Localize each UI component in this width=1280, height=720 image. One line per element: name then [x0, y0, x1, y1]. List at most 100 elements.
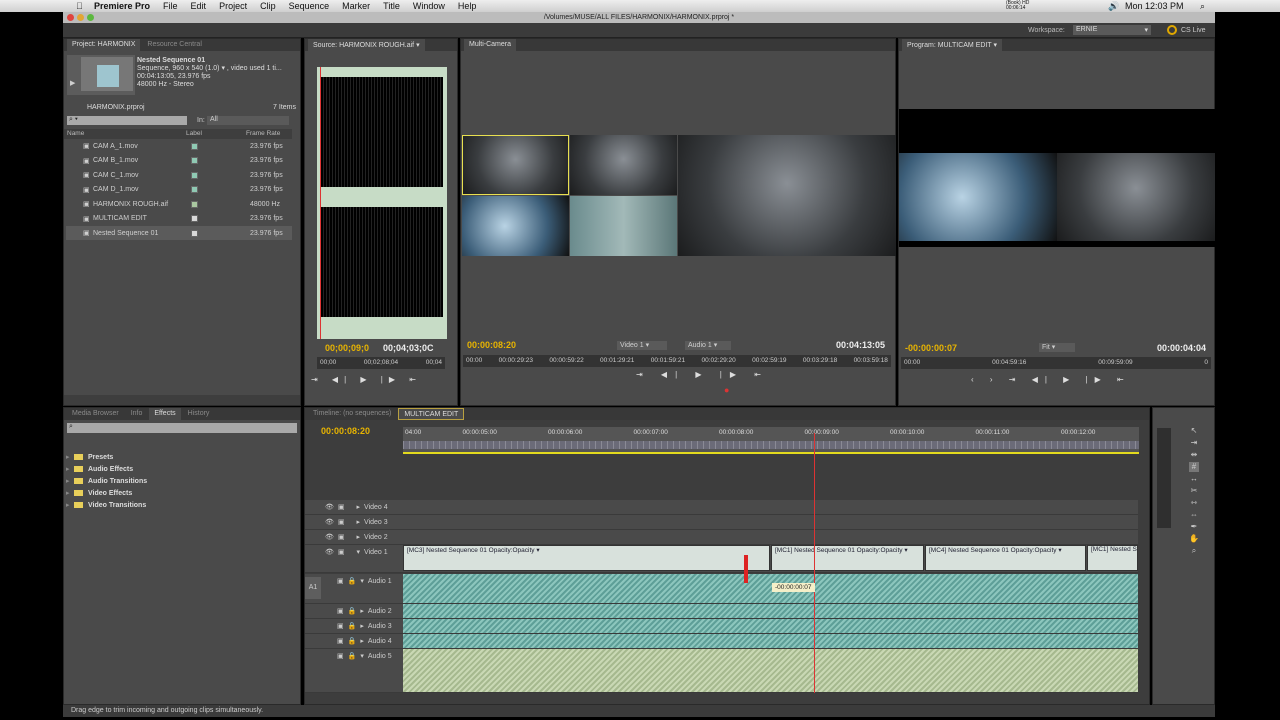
lock-icon[interactable]: 🔒: [348, 622, 357, 630]
slip-tool-icon[interactable]: ⇿: [1189, 498, 1199, 508]
source-ruler[interactable]: 00;00 00;02;08;04 00;04: [317, 357, 445, 369]
sync-lock-icon[interactable]: ▣: [337, 652, 344, 660]
disclosure-triangle-icon[interactable]: ▸: [66, 453, 74, 461]
project-item[interactable]: ▣ CAM D_1.mov 23.976 fps: [66, 183, 292, 197]
timeline-timecode[interactable]: 00:00:08:20: [321, 426, 370, 436]
label-swatch[interactable]: [191, 186, 198, 193]
record-icon[interactable]: ●: [724, 385, 729, 395]
project-item[interactable]: ▣ Nested Sequence 01 23.976 fps: [66, 226, 292, 240]
track-select-tool-icon[interactable]: ⇥: [1189, 438, 1199, 448]
multicam-transport[interactable]: ⇥ ◀| ▶ |▶ ⇤: [636, 370, 769, 379]
tab-project[interactable]: Project: HARMONIX: [67, 39, 141, 51]
audio-track[interactable]: [305, 634, 1138, 649]
rolling-edit-cursor-icon[interactable]: [744, 555, 748, 583]
zoom-window-button[interactable]: [87, 14, 94, 21]
expand-icon[interactable]: ▾: [357, 548, 361, 556]
tab-source[interactable]: Source: HARMONIX ROUGH.aif ▾: [308, 39, 425, 51]
disclosure-triangle-icon[interactable]: ▸: [66, 501, 74, 509]
expand-icon[interactable]: ▸: [360, 637, 364, 645]
eye-icon[interactable]: 👁: [325, 533, 334, 541]
menu-title[interactable]: Title: [383, 1, 400, 11]
pen-tool-icon[interactable]: ✒: [1189, 522, 1199, 532]
menu-marker[interactable]: Marker: [342, 1, 370, 11]
menu-clip[interactable]: Clip: [260, 1, 276, 11]
lock-icon[interactable]: 🔒: [348, 607, 357, 615]
sync-lock-icon[interactable]: ▣: [338, 548, 345, 556]
menu-window[interactable]: Window: [413, 1, 445, 11]
in-select[interactable]: All: [207, 116, 289, 125]
eye-icon[interactable]: 👁: [325, 503, 334, 511]
audio-clip[interactable]: [403, 649, 1138, 692]
project-item[interactable]: ▣ CAM A_1.mov 23.976 fps: [66, 139, 292, 153]
ripple-edit-tool-icon[interactable]: ⇹: [1189, 450, 1199, 460]
tab-effects[interactable]: Effects: [149, 408, 181, 420]
rate-stretch-tool-icon[interactable]: ↔: [1189, 474, 1199, 484]
volume-icon[interactable]: 🔊: [1108, 1, 1119, 12]
zoom-select[interactable]: Fit ▾: [1039, 343, 1075, 352]
multicam-timecode[interactable]: 00:00:08:20: [467, 340, 516, 350]
menu-project[interactable]: Project: [219, 1, 247, 11]
a1-source-patch[interactable]: A1: [305, 577, 321, 599]
label-swatch[interactable]: [191, 142, 198, 150]
clock[interactable]: Mon 12:03 PM: [1125, 1, 1184, 11]
tab-multicam[interactable]: Multi-Camera: [464, 39, 517, 51]
menu-file[interactable]: File: [163, 1, 178, 11]
menu-help[interactable]: Help: [458, 1, 477, 11]
audio-clip[interactable]: [403, 619, 1138, 633]
effects-folder[interactable]: ▸ Video Transitions: [66, 498, 292, 512]
menu-sequence[interactable]: Sequence: [289, 1, 330, 11]
video-track[interactable]: [305, 500, 1138, 515]
tab-info[interactable]: Info: [126, 408, 148, 420]
tab-history[interactable]: History: [183, 408, 215, 420]
spotlight-icon[interactable]: ⌕: [1200, 1, 1205, 12]
col-name[interactable]: Name: [67, 130, 84, 137]
cs-live-button[interactable]: CS Live: [1181, 27, 1206, 34]
video-select[interactable]: Video 1 ▾: [617, 341, 667, 350]
col-label[interactable]: Label: [186, 130, 202, 137]
apple-icon[interactable]: : [76, 1, 83, 11]
disclosure-triangle-icon[interactable]: ▸: [66, 489, 74, 497]
audio-clip[interactable]: [403, 574, 1138, 603]
disclosure-triangle-icon[interactable]: ▸: [66, 477, 74, 485]
play-icon[interactable]: ▶: [70, 79, 75, 87]
clip-mc4[interactable]: [MC4] Nested Sequence 01 Opacity:Opacity…: [925, 545, 1086, 571]
label-swatch[interactable]: [191, 215, 198, 222]
cs-live-icon[interactable]: [1167, 25, 1177, 35]
timeline-ruler[interactable]: 04:00 00:00:05:00 00:00:06:00 00:00:07:00 00…: [403, 427, 1139, 454]
program-transport[interactable]: ‹ › ⇥ ◀| ▶ |▶ ⇤: [971, 375, 1131, 384]
clip-mc3[interactable]: [MC3] Nested Sequence 01 Opacity:Opacity…: [403, 545, 770, 571]
tab-resource-central[interactable]: Resource Central: [142, 39, 206, 51]
project-item[interactable]: ▣ CAM C_1.mov 23.976 fps: [66, 168, 292, 182]
col-frame-rate[interactable]: Frame Rate: [246, 130, 280, 137]
hand-tool-icon[interactable]: ✋: [1189, 534, 1199, 544]
label-swatch[interactable]: [191, 200, 198, 208]
app-menu[interactable]: Premiere Pro: [94, 1, 150, 11]
workspace-select[interactable]: ERNIE ▾: [1073, 25, 1151, 35]
camera-1-view[interactable]: [462, 135, 569, 195]
sync-lock-icon[interactable]: ▣: [337, 637, 344, 645]
project-item[interactable]: ▣ CAM B_1.mov 23.976 fps: [66, 154, 292, 168]
video-track[interactable]: [305, 515, 1138, 530]
label-swatch[interactable]: [191, 229, 198, 237]
camera-2-view[interactable]: [570, 135, 677, 195]
expand-icon[interactable]: ▸: [357, 518, 361, 526]
project-item[interactable]: ▣ HARMONIX ROUGH.aif 48000 Hz: [66, 197, 292, 211]
expand-icon[interactable]: ▾: [360, 652, 364, 660]
eye-icon[interactable]: 👁: [325, 518, 334, 526]
effects-search-input[interactable]: ⌕: [67, 423, 297, 433]
eye-icon[interactable]: 👁: [325, 548, 334, 556]
clip-mc1[interactable]: [MC1] Nested Sequence 01 Opacity:Opacity…: [771, 545, 924, 571]
expand-icon[interactable]: ▸: [360, 622, 364, 630]
zoom-tool-icon[interactable]: ⌕: [1189, 546, 1199, 556]
clip-mc1-b[interactable]: [MC1] Nested S: [1087, 545, 1138, 571]
tab-program[interactable]: Program: MULTICAM EDIT ▾: [902, 39, 1002, 51]
expand-icon[interactable]: ▸: [357, 533, 361, 541]
expand-icon[interactable]: ▾: [360, 577, 364, 585]
tab-multicam-edit[interactable]: MULTICAM EDIT: [398, 408, 465, 420]
close-window-button[interactable]: [67, 14, 74, 21]
audio-track[interactable]: [305, 619, 1138, 634]
audio-track[interactable]: [305, 604, 1138, 619]
audio-select[interactable]: Audio 1 ▾: [685, 341, 731, 350]
program-timecode[interactable]: -00:00:00:07: [905, 343, 957, 353]
menu-edit[interactable]: Edit: [191, 1, 207, 11]
